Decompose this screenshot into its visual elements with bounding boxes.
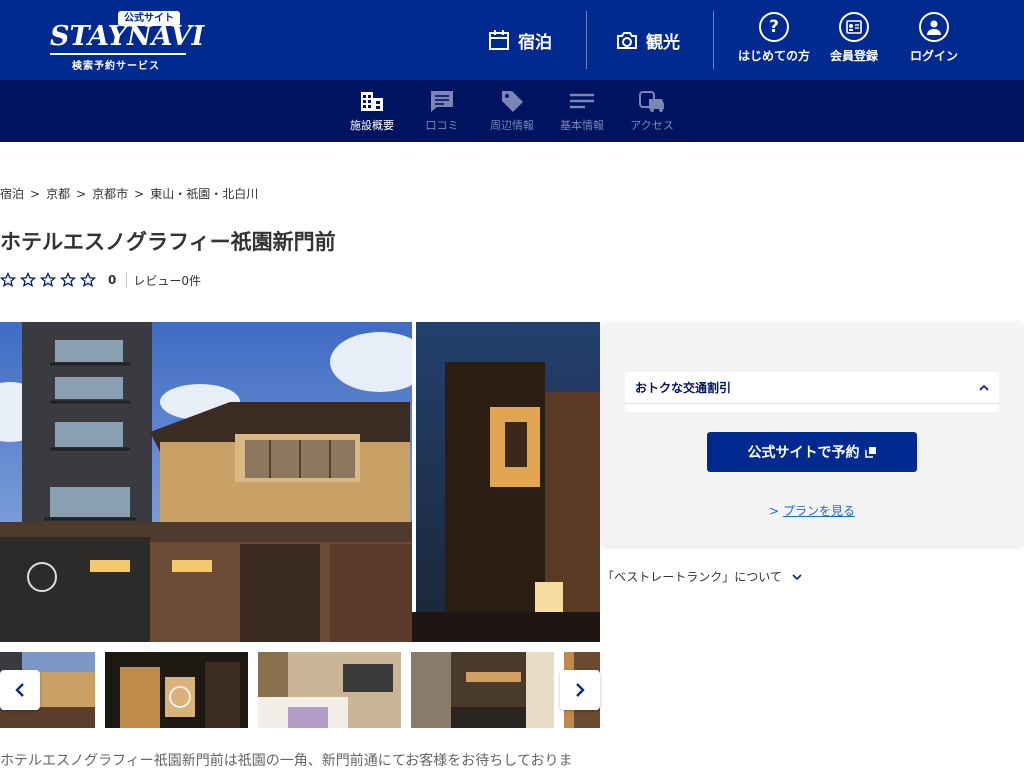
hotel-description: ホテルエスノグラフィー祇園新門前は祇園の一角、新門前通にてお客様をお待ちしており…	[0, 753, 573, 769]
photo-thumbnail[interactable]	[105, 652, 248, 728]
breadcrumb-link[interactable]: 京都	[46, 187, 70, 201]
nav-login[interactable]: ログイン	[889, 12, 979, 64]
staynavi-logo[interactable]: 公式サイト STAYNAVI 検索予約サービス	[50, 10, 204, 72]
view-plans-link[interactable]: > プランを見る	[602, 502, 1022, 519]
view-plans-prefix: >	[769, 504, 780, 518]
official-booking-label: 公式サイトで予約	[747, 444, 860, 460]
rating-divider	[126, 272, 128, 288]
tab-overview-label: 施設概要	[350, 119, 394, 132]
view-plans-label: プランを見る	[782, 504, 855, 518]
nav-stay-label: 宿泊	[518, 32, 552, 53]
question-icon: ?	[759, 12, 789, 42]
photo-thumbnail-strip	[0, 652, 600, 728]
camera-icon	[617, 32, 637, 49]
booking-panel: おトクな交通割引 公式サイトで予約 > プランを見る	[602, 322, 1022, 546]
breadcrumb-link[interactable]: 京都市	[92, 187, 128, 201]
person-icon	[919, 12, 949, 42]
nav-login-label: ログイン	[909, 49, 958, 63]
nav-sightseeing-label: 観光	[646, 32, 680, 53]
breadcrumb-link[interactable]: 宿泊	[0, 187, 24, 201]
chevron-up-icon	[979, 384, 989, 391]
building-icon	[361, 92, 383, 111]
tab-basic-info[interactable]: 基本情報	[547, 89, 617, 133]
member-card-icon	[839, 12, 869, 42]
breadcrumb-link[interactable]: 東山・祇園・北白川	[150, 187, 258, 201]
nav-sightseeing[interactable]: 観光	[616, 0, 680, 80]
tab-access-label: アクセス	[630, 119, 674, 132]
photo-thumbnail[interactable]	[258, 652, 401, 728]
nav-divider	[586, 11, 587, 69]
discount-accordion[interactable]: おトクな交通割引	[625, 372, 999, 412]
nav-register-label: 会員登録	[829, 49, 878, 63]
rating-value: 0	[108, 273, 117, 287]
best-rate-rank-toggle[interactable]: 「ベストレートランク」について	[602, 568, 802, 585]
breadcrumb-separator: >	[134, 187, 145, 201]
tab-reviews-label: 口コミ	[425, 119, 459, 132]
discount-accordion-header[interactable]: おトクな交通割引	[625, 372, 999, 404]
nav-first-time-label: はじめての方	[737, 49, 810, 63]
logo-underline	[50, 53, 186, 55]
facility-subnav: 施設概要 口コミ 周辺情報 基本情報 アクセス	[0, 80, 1024, 142]
breadcrumb-separator: >	[30, 187, 41, 201]
logo-subtitle: 検索予約サービス	[72, 61, 160, 72]
nav-first-time[interactable]: ? はじめての方	[729, 12, 819, 64]
nav-stay[interactable]: 宿泊	[488, 0, 552, 80]
tab-access[interactable]: アクセス	[617, 89, 687, 133]
star-icon	[40, 272, 56, 288]
list-icon	[570, 93, 594, 109]
official-booking-button[interactable]: 公式サイトで予約	[707, 432, 917, 472]
star-icon	[80, 272, 96, 288]
chevron-down-icon	[792, 573, 802, 580]
external-link-icon	[864, 447, 876, 458]
carousel-prev-button[interactable]	[0, 670, 40, 710]
hotel-name: ホテルエスノグラフィー祇園新門前	[0, 230, 336, 254]
tab-nearby[interactable]: 周辺情報	[477, 89, 547, 133]
discount-accordion-title: おトクな交通割引	[635, 381, 732, 395]
tab-nearby-label: 周辺情報	[490, 119, 534, 132]
star-icon	[20, 272, 36, 288]
car-train-icon	[639, 91, 664, 112]
review-count-link[interactable]: レビュー0件	[133, 272, 201, 289]
tab-overview[interactable]: 施設概要	[337, 89, 407, 133]
chevron-right-icon	[576, 683, 585, 697]
carousel-next-button[interactable]	[560, 670, 600, 710]
tag-icon	[502, 91, 523, 112]
comment-icon	[431, 91, 453, 112]
tab-basic-info-label: 基本情報	[560, 119, 604, 132]
calendar-icon	[489, 30, 509, 50]
chevron-left-icon	[15, 683, 24, 697]
logo-wordmark: STAYNAVI	[50, 21, 205, 52]
star-icon	[60, 272, 76, 288]
photo-thumbnail[interactable]	[411, 652, 554, 728]
rating-row: 0 レビュー0件	[0, 270, 201, 290]
hotel-main-photo[interactable]	[0, 322, 600, 642]
breadcrumb-separator: >	[76, 187, 87, 201]
tab-reviews[interactable]: 口コミ	[407, 89, 477, 133]
top-header: 公式サイト STAYNAVI 検索予約サービス 宿泊 観光 ? はじめての方 会…	[0, 0, 1024, 80]
breadcrumb: 宿泊 > 京都 > 京都市 > 東山・祇園・北白川	[0, 185, 258, 202]
nav-divider	[713, 11, 714, 69]
best-rate-rank-label: 「ベストレートランク」について	[602, 570, 782, 584]
star-icon	[0, 272, 16, 288]
nav-register[interactable]: 会員登録	[809, 12, 899, 64]
